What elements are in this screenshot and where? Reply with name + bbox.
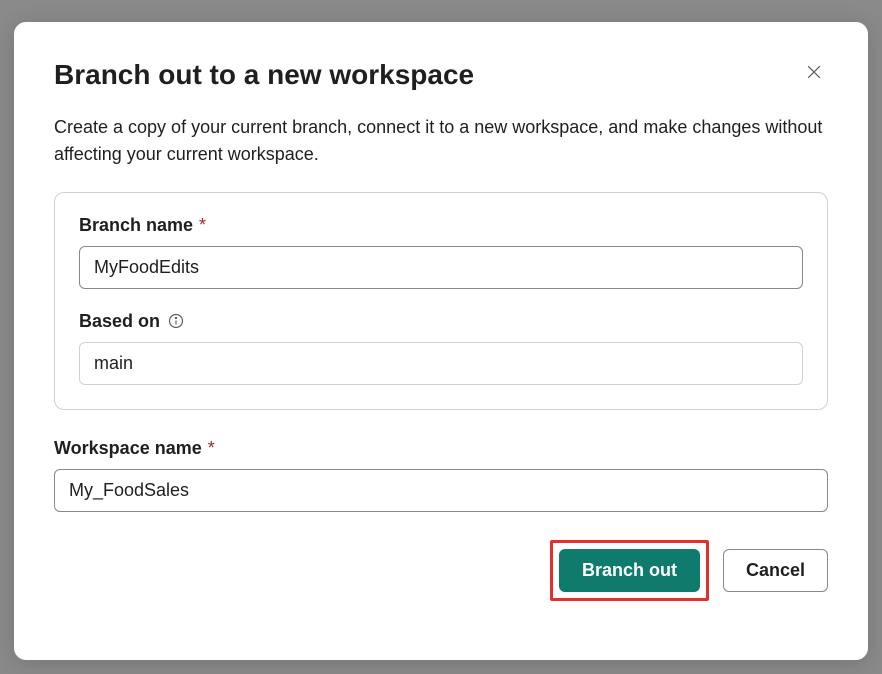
branch-name-group: Branch name * xyxy=(79,215,803,289)
modal-title: Branch out to a new workspace xyxy=(54,58,474,92)
highlight-box: Branch out xyxy=(550,540,709,601)
branch-name-label: Branch name * xyxy=(79,215,803,236)
workspace-name-input[interactable] xyxy=(54,469,828,512)
required-asterisk: * xyxy=(199,215,206,236)
button-row: Branch out Cancel xyxy=(54,540,828,601)
info-icon[interactable] xyxy=(168,313,184,329)
workspace-name-label: Workspace name * xyxy=(54,438,828,459)
based-on-input[interactable] xyxy=(79,342,803,385)
branch-name-input[interactable] xyxy=(79,246,803,289)
close-button[interactable] xyxy=(800,58,828,89)
based-on-label: Based on xyxy=(79,311,803,332)
workspace-name-label-text: Workspace name xyxy=(54,438,202,459)
branch-settings-box: Branch name * Based on xyxy=(54,192,828,410)
cancel-button[interactable]: Cancel xyxy=(723,549,828,592)
branch-name-label-text: Branch name xyxy=(79,215,193,236)
modal-description: Create a copy of your current branch, co… xyxy=(54,114,828,168)
workspace-name-group: Workspace name * xyxy=(54,438,828,512)
close-icon xyxy=(804,62,824,85)
modal-header: Branch out to a new workspace xyxy=(54,58,828,92)
based-on-group: Based on xyxy=(79,311,803,385)
based-on-label-text: Based on xyxy=(79,311,160,332)
branch-out-button[interactable]: Branch out xyxy=(559,549,700,592)
branch-out-modal: Branch out to a new workspace Create a c… xyxy=(14,22,868,660)
required-asterisk: * xyxy=(208,438,215,459)
